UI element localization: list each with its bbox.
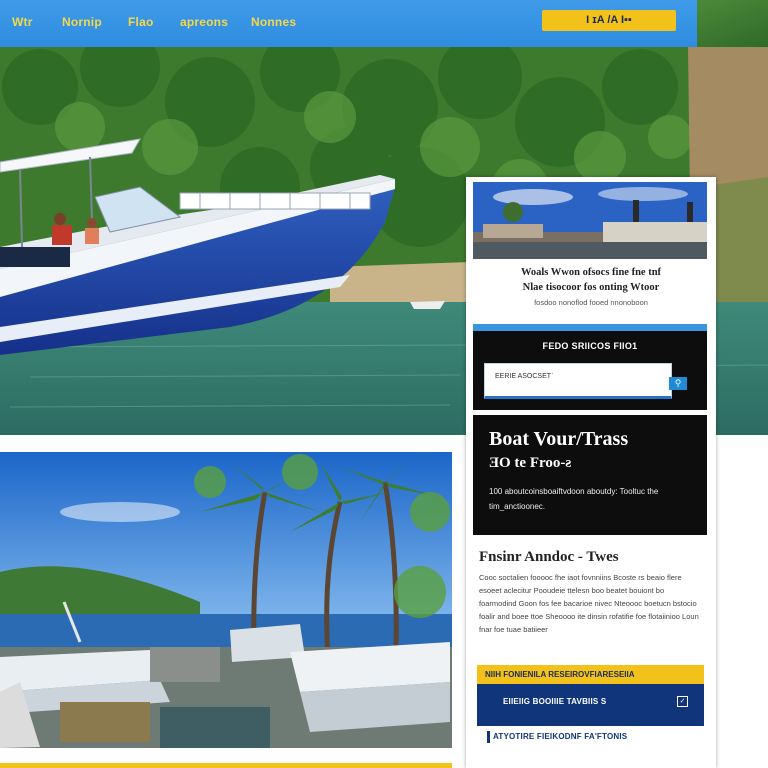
top-navigation-bar: Wtr Nornip Flao apreons Nonnes I ɪA /A I… [0,0,697,47]
search-button[interactable]: ⚲ [669,377,687,390]
nav-item-1[interactable]: Wtr [12,15,33,29]
section-title: Fnsinr Anndoc - Twes [479,549,619,565]
sidebar-heading-line-2: Nlae tisocoor fos onting Wtoor [522,282,660,293]
section-body: Cooc soctalien fooooc fhe iaot fovnniins… [479,573,699,634]
nav-item-5[interactable]: Nonnes [251,15,296,29]
nav-item-3[interactable]: Flao [128,15,153,29]
sidebar-heading: Woals Wwon ofsocs fine fne tnf Nlae tiso… [476,265,706,295]
bottom-accent-strip [0,763,452,768]
sidebar-subtext: fosdoo nonoflod fooed nnonoboon [534,298,648,307]
booking-option-label: EIIEIIG BOOIIIE TAVBIIS S [503,697,607,706]
sidebar-waterfront-image [473,182,707,259]
booking-link-bar[interactable]: NIIH FONIENILA RESEIROVFIARESEIIA [477,665,704,684]
corner-foliage-image [697,0,768,47]
sidebar-heading-line-1: Woals Wwon ofsocs fine fne tnf [520,267,662,278]
promo-text: 100 aboutcoinsboaiftvdoon aboutdy: Toolt… [489,487,659,511]
sidebar-divider-bar [473,324,707,331]
booking-checkbox[interactable]: ✓ [677,696,688,707]
search-icon: ⚲ [674,378,682,388]
accent-bar [487,731,490,743]
promo-banner[interactable]: Boat Vour/Trass ƎO te Froo-ƨ 100 aboutco… [473,415,707,535]
nav-cta-button[interactable]: I ɪA /A I▪▪ [542,10,676,31]
booking-secondary-label: ATYOTIRE FIEIKODNF FA'FTONIS [493,732,628,741]
booking-secondary-row[interactable]: ATYOTIRE FIEIKODNF FA'FTONIS [477,726,704,748]
promo-title: Boat Vour/Trass [489,428,629,450]
search-input[interactable]: EERIE ASOCSETˈ [484,363,672,399]
search-block: FEDO SRIICOS FIIO1 EERIE ASOCSETˈ ⚲ [473,331,707,410]
sidebar-card: Woals Wwon ofsocs fine fne tnf Nlae tiso… [466,177,716,768]
search-title: FEDO SRIICOS FIIO1 [542,341,638,351]
promo-subtitle: ƎO te Froo-ƨ [489,455,572,471]
booking-options-box: EIIEIIG BOOIIIE TAVBIIS S ✓ ATYOTIRE FIE… [477,684,704,748]
nav-item-4[interactable]: apreons [180,15,228,29]
harbor-marina-image [0,452,452,748]
nav-item-2[interactable]: Nornip [62,15,102,29]
